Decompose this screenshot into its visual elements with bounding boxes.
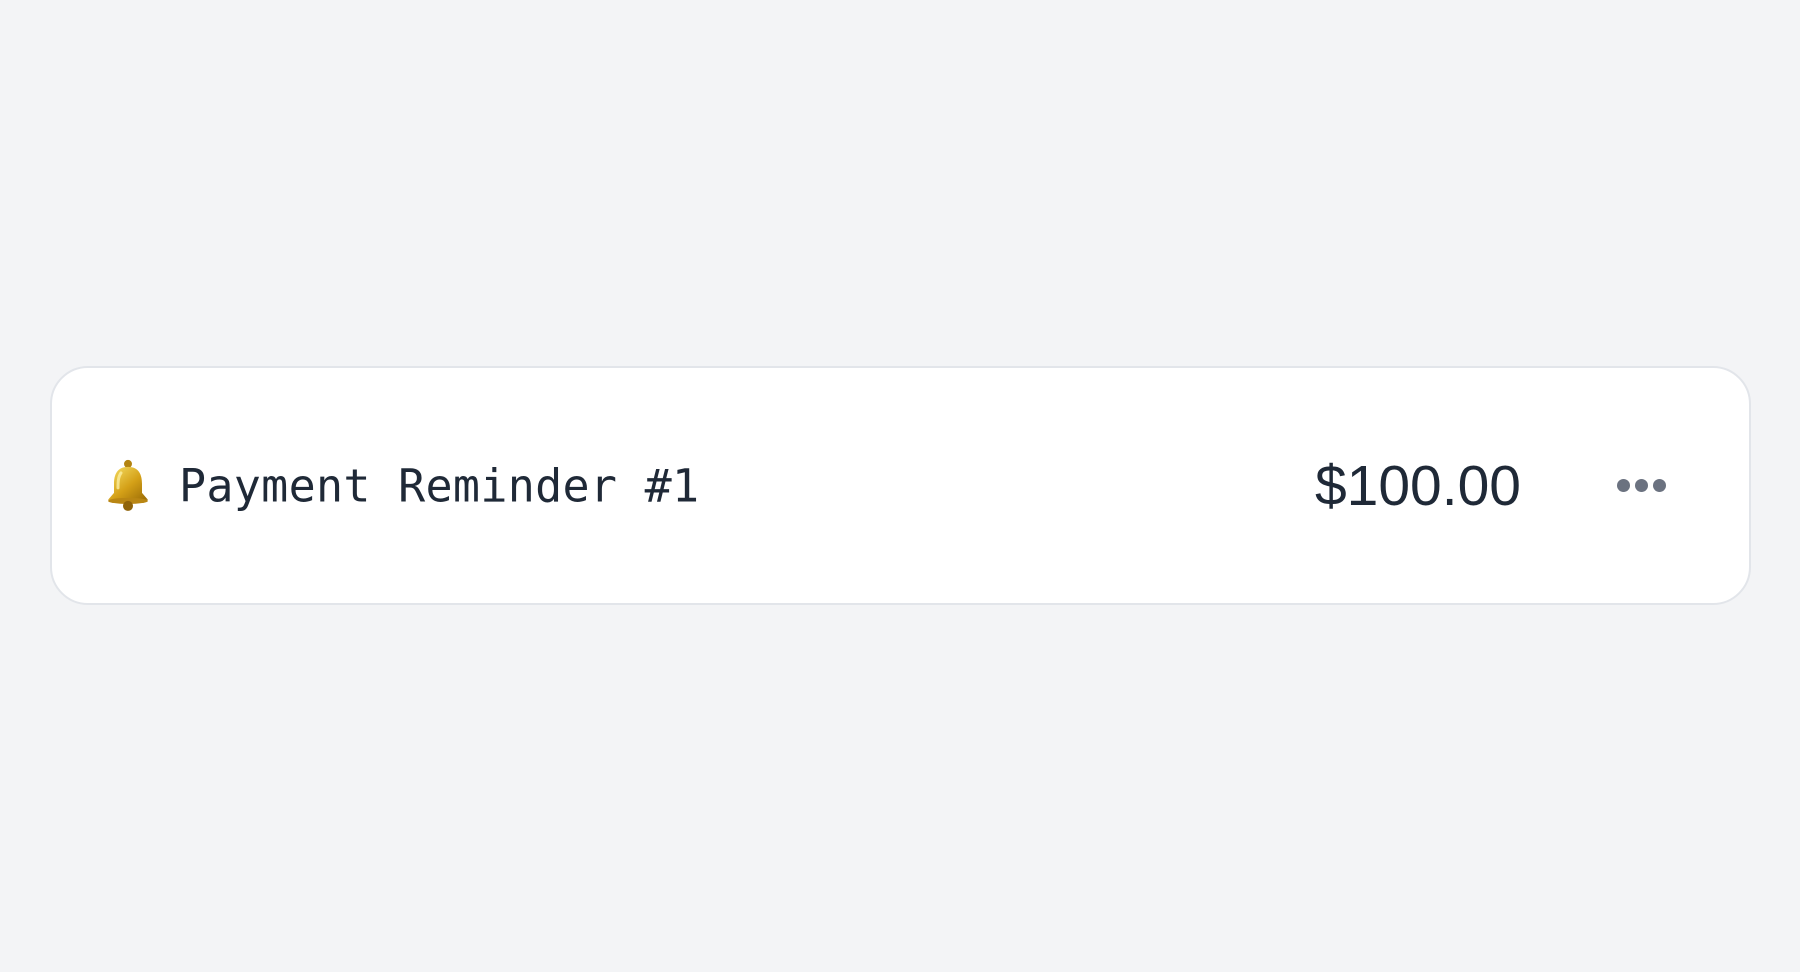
more-dot <box>1616 479 1630 492</box>
reminder-title: Payment Reminder #1 <box>179 459 700 512</box>
more-options-button[interactable] <box>1598 458 1684 514</box>
reminder-card[interactable]: Payment Reminder #1 $100.00 <box>50 366 1751 605</box>
bell-icon <box>101 457 155 511</box>
more-horizontal-icon <box>1614 479 1668 492</box>
reminder-amount: $100.00 <box>1314 453 1521 518</box>
more-dot <box>1634 479 1648 492</box>
more-dot <box>1652 479 1666 492</box>
